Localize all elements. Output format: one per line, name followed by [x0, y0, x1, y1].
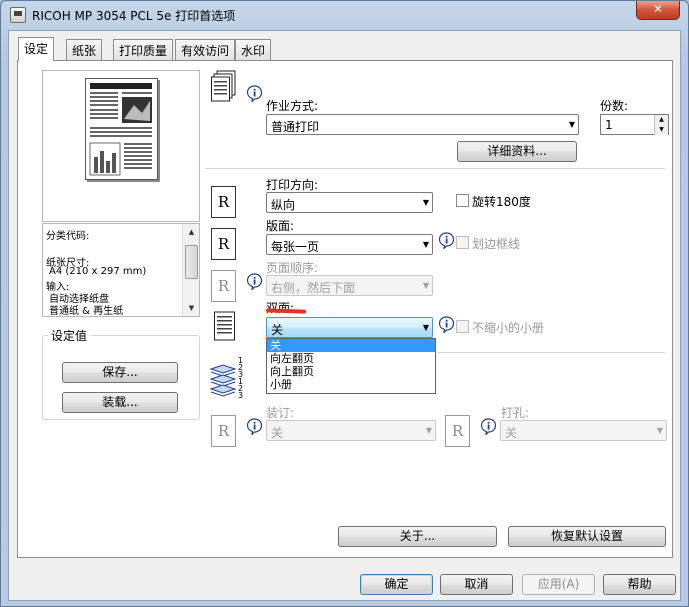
job-type-select[interactable]: 普通打印 ▼ — [266, 114, 579, 135]
chevron-down-icon: ▼ — [422, 281, 429, 290]
save-preset-button[interactable]: 保存... — [62, 362, 178, 383]
close-button[interactable]: ✕ — [636, 1, 680, 20]
job-type-icon — [211, 70, 237, 102]
duplex-select[interactable]: 关 ▼ — [266, 317, 433, 338]
copies-label: 份数: — [600, 99, 629, 113]
duplex-dropdown-list: 关 向左翻页 向上翻页 小册 — [266, 338, 436, 394]
layout-info-icon[interactable] — [438, 232, 455, 249]
no-reduce-booklet-label: 不缩小的小册 — [472, 321, 545, 335]
preview-page-icon — [85, 78, 158, 180]
punch-value: 关 — [505, 426, 518, 440]
scroll-up-icon[interactable]: ▲ — [184, 224, 199, 240]
orientation-icon: R — [211, 186, 236, 218]
spin-down-icon[interactable]: ▼ — [654, 125, 668, 135]
staple-value: 关 — [271, 426, 284, 440]
punch-label: 打孔: — [501, 406, 530, 420]
summary-paper-size-value: A4 (210 x 297 mm) — [49, 266, 147, 277]
staple-select[interactable]: 关 ▼ — [266, 420, 436, 441]
chevron-down-icon: ▼ — [422, 323, 429, 332]
chevron-down-icon: ▼ — [425, 426, 432, 435]
load-preset-button[interactable]: 装载... — [62, 392, 178, 413]
draw-border-label: 划边框线 — [472, 237, 521, 251]
copies-value: 1 — [605, 118, 613, 132]
preset-group-title: 设定值 — [48, 327, 91, 344]
layout-label: 版面: — [266, 219, 295, 233]
spin-up-icon[interactable]: ▲ — [654, 115, 668, 125]
page-order-select[interactable]: 右侧，然后下面 ▼ — [266, 275, 433, 296]
collate-stack-icon: 1 2 3 1 2 3 — [209, 357, 249, 403]
duplex-option-booklet[interactable]: 小册 — [267, 378, 435, 391]
layout-value: 每张一页 — [271, 240, 320, 254]
tab-paper[interactable]: 纸张 — [66, 39, 103, 60]
punch-info-icon[interactable] — [480, 418, 497, 435]
duplex-option-flip-left[interactable]: 向左翻页 — [267, 352, 435, 365]
chevron-down-icon: ▼ — [422, 240, 429, 249]
punch-icon: R — [445, 415, 470, 447]
print-preferences-window: RICOH MP 3054 PCL 5e 打印首选项 ✕ 设定 纸张 打印质量 … — [0, 0, 689, 607]
settings-summary-list: 分类代码: 纸张尺寸: A4 (210 x 297 mm) 输入: 自动选择纸盘… — [42, 223, 200, 317]
page-order-value: 右侧，然后下面 — [271, 281, 356, 295]
layout-select[interactable]: 每张一页 ▼ — [266, 234, 433, 255]
chevron-down-icon: ▼ — [568, 120, 575, 129]
job-details-button[interactable]: 详细资料... — [457, 141, 577, 162]
page-order-info-icon[interactable] — [246, 273, 263, 290]
restore-defaults-button[interactable]: 恢复默认设置 — [508, 526, 666, 547]
cancel-button[interactable]: 取消 — [440, 574, 513, 595]
printer-icon — [10, 7, 26, 23]
tab-print-quality[interactable]: 打印质量 — [113, 39, 174, 60]
duplex-info-icon[interactable] — [438, 316, 455, 333]
about-button[interactable]: 关于... — [338, 526, 497, 547]
apply-button[interactable]: 应用(A) — [522, 574, 595, 595]
duplex-option-flip-up[interactable]: 向上翻页 — [267, 365, 435, 378]
punch-select[interactable]: 关 ▼ — [500, 420, 667, 441]
job-type-value: 普通打印 — [271, 120, 320, 134]
chevron-down-icon: ▼ — [656, 426, 663, 435]
chevron-down-icon: ▼ — [422, 198, 429, 207]
copies-stepper[interactable]: 1 ▲ ▼ — [600, 114, 669, 135]
summary-category-code: 分类代码: — [46, 231, 90, 242]
dialog-client-area: 设定 纸张 打印质量 有效访问 水印 分类代码: 纸张尺寸: A4 (210 x… — [8, 30, 681, 601]
booklet-numbers-text: 1 2 3 1 2 3 — [238, 356, 244, 400]
layout-icon: R — [211, 228, 236, 260]
staple-label: 装订: — [266, 406, 295, 420]
tab-accessibility[interactable]: 有效访问 — [175, 39, 236, 60]
tab-settings[interactable]: 设定 — [18, 37, 55, 61]
rotate-180-checkbox[interactable] — [456, 194, 469, 207]
page-preview — [42, 70, 200, 222]
tab-watermark[interactable]: 水印 — [235, 39, 272, 60]
job-info-icon[interactable] — [246, 85, 263, 102]
title-bar: RICOH MP 3054 PCL 5e 打印首选项 ✕ — [1, 1, 688, 29]
help-button[interactable]: 帮助 — [603, 574, 676, 595]
page-order-label: 页面顺序: — [266, 261, 319, 275]
orientation-value: 纵向 — [271, 198, 296, 212]
duplex-option-off[interactable]: 关 — [267, 339, 435, 352]
separator-line — [205, 168, 665, 169]
scroll-thumb[interactable] — [185, 245, 198, 279]
job-type-label: 作业方式: — [266, 99, 319, 113]
no-reduce-booklet-checkbox[interactable] — [456, 320, 469, 333]
settings-panel: 分类代码: 纸张尺寸: A4 (210 x 297 mm) 输入: 自动选择纸盘… — [17, 60, 673, 558]
summary-input-paper: 普通纸 & 再生纸 — [49, 306, 124, 317]
orientation-select[interactable]: 纵向 ▼ — [266, 192, 433, 213]
rotate-180-label: 旋转180度 — [472, 195, 531, 209]
window-title: RICOH MP 3054 PCL 5e 打印首选项 — [32, 9, 236, 23]
ok-button[interactable]: 确定 — [360, 574, 433, 595]
scroll-down-icon[interactable]: ▼ — [184, 300, 199, 316]
duplex-icon — [214, 311, 240, 343]
duplex-value: 关 — [271, 323, 284, 337]
staple-icon: R — [211, 415, 236, 447]
orientation-label: 打印方向: — [266, 178, 319, 192]
summary-scrollbar[interactable]: ▲ ▼ — [182, 224, 199, 316]
page-order-icon: R — [211, 270, 236, 302]
staple-info-icon[interactable] — [246, 418, 263, 435]
draw-border-checkbox[interactable] — [456, 236, 469, 249]
separator-line — [437, 352, 665, 353]
